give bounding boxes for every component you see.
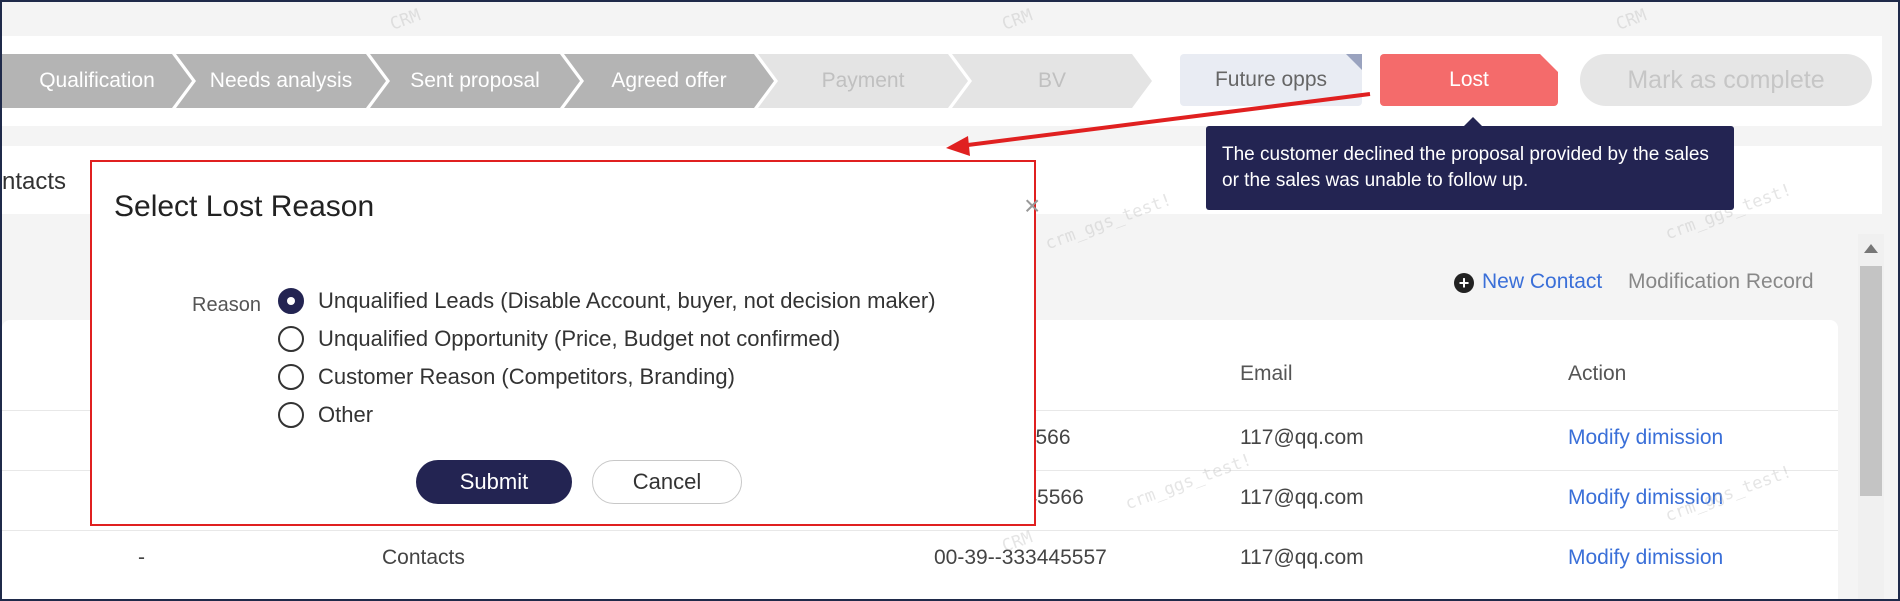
cell-email: 117@qq.com — [1240, 426, 1364, 449]
cancel-label: Cancel — [632, 469, 702, 494]
stage-label: Qualification — [39, 69, 155, 92]
option-label: Customer Reason (Competitors, Branding) — [318, 364, 735, 389]
radio-checked-icon[interactable] — [278, 288, 304, 314]
corner-flag-icon — [1346, 54, 1362, 70]
modify-dimission-link[interactable]: Modify dimission — [1568, 546, 1723, 570]
row-divider — [2, 530, 1838, 531]
corner-flag-icon — [1540, 54, 1558, 72]
stage-label: Agreed offer — [611, 69, 727, 92]
stage-label: Payment — [821, 69, 905, 92]
reason-option-unqualified-leads[interactable]: Unqualified Leads (Disable Account, buye… — [278, 286, 936, 316]
cell-email: 117@qq.com — [1240, 546, 1364, 569]
stage-qualification[interactable]: Qualification — [2, 54, 192, 108]
watermark: CRM — [999, 5, 1036, 35]
lost-button[interactable]: Lost — [1380, 54, 1558, 106]
app-frame: Qualification Needs analysis Sent propos… — [0, 0, 1900, 601]
reason-option-other[interactable]: Other — [278, 400, 373, 430]
cell-name: Contacts — [382, 546, 465, 569]
close-icon[interactable]: × — [1024, 190, 1040, 222]
stage-bv[interactable]: BV — [952, 54, 1152, 108]
future-opps-button[interactable]: Future opps — [1180, 54, 1362, 106]
stage-label: BV — [1037, 69, 1066, 92]
mark-complete-label: Mark as complete — [1627, 65, 1825, 94]
stage-label: Sent proposal — [410, 69, 540, 92]
vertical-scrollbar[interactable] — [1858, 234, 1884, 599]
stage-label: Needs analysis — [209, 69, 353, 92]
cell-email: 117@qq.com — [1240, 486, 1364, 509]
option-label: Unqualified Leads (Disable Account, buye… — [318, 288, 936, 313]
option-label: Other — [318, 402, 374, 427]
stage-needs-analysis[interactable]: Needs analysis — [176, 54, 386, 108]
modal-title: Select Lost Reason — [114, 190, 375, 223]
reason-label: Reason — [192, 294, 261, 316]
tooltip-arrow-icon — [1464, 117, 1482, 126]
new-contact-link[interactable]: New Contact — [1482, 270, 1602, 294]
mark-complete-button[interactable]: Mark as complete — [1580, 54, 1872, 106]
modify-dimission-link[interactable]: Modify dimission — [1568, 486, 1723, 510]
lost-label: Lost — [1449, 68, 1489, 91]
submit-label: Submit — [459, 469, 529, 494]
stage-payment[interactable]: Payment — [758, 54, 968, 108]
plus-circle-icon[interactable]: + — [1454, 273, 1474, 293]
radio-unchecked-icon[interactable] — [278, 326, 304, 352]
lost-reason-modal: Select Lost Reason × Reason Unqualified … — [90, 160, 1040, 526]
scroll-thumb[interactable] — [1860, 266, 1882, 496]
radio-unchecked-icon[interactable] — [278, 402, 304, 428]
stage-bar: Qualification Needs analysis Sent propos… — [2, 36, 1882, 126]
submit-button[interactable]: Submit — [416, 460, 572, 504]
header-action: Action — [1568, 362, 1627, 385]
lost-tooltip: The customer declined the proposal provi… — [1206, 117, 1734, 210]
section-title: ntacts — [2, 168, 67, 195]
radio-unchecked-icon[interactable] — [278, 364, 304, 390]
stage-agreed-offer[interactable]: Agreed offer — [564, 54, 774, 108]
cell-phone: 00-39--333445557 — [934, 546, 1107, 569]
reason-option-unqualified-opportunity[interactable]: Unqualified Opportunity (Price, Budget n… — [278, 324, 840, 354]
pipeline-stages: Qualification Needs analysis Sent propos… — [2, 54, 1136, 108]
future-opps-label: Future opps — [1214, 68, 1328, 91]
option-label: Unqualified Opportunity (Price, Budget n… — [318, 326, 841, 351]
watermark: CRM — [1613, 5, 1650, 35]
modify-dimission-link[interactable]: Modify dimission — [1568, 426, 1723, 450]
tooltip-text: The customer declined the proposal provi… — [1222, 144, 1709, 191]
watermark: CRM — [387, 5, 424, 35]
reason-option-customer-reason[interactable]: Customer Reason (Competitors, Branding) — [278, 362, 735, 392]
cancel-button[interactable]: Cancel — [592, 460, 742, 504]
cell-col1: - — [138, 546, 145, 569]
header-email: Email — [1240, 362, 1293, 385]
scroll-up-arrow-icon[interactable] — [1864, 244, 1878, 253]
modification-record-link[interactable]: Modification Record — [1628, 270, 1814, 294]
stage-sent-proposal[interactable]: Sent proposal — [370, 54, 580, 108]
